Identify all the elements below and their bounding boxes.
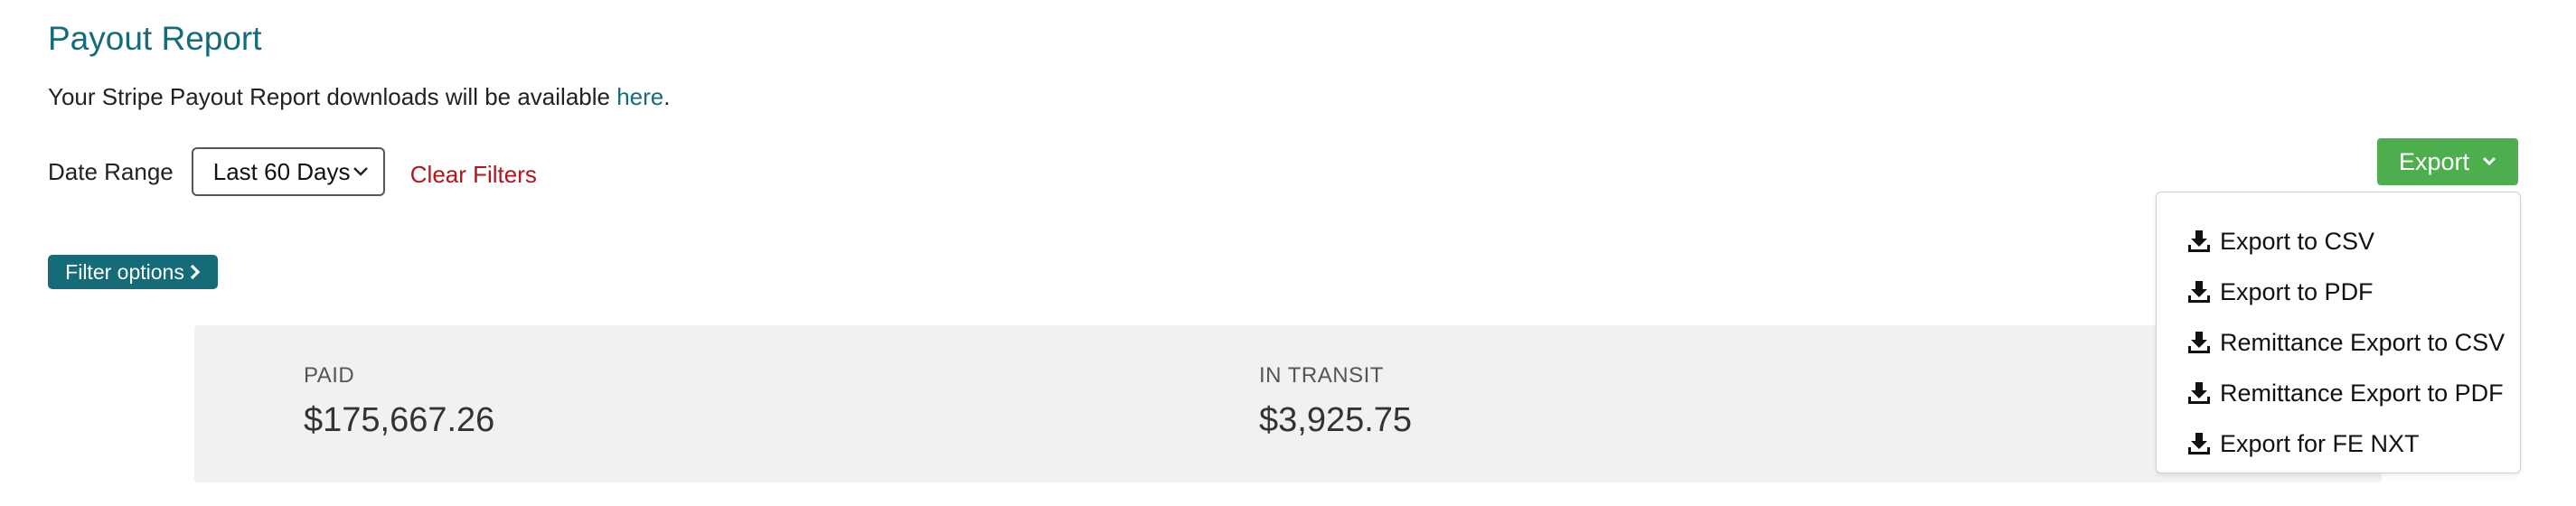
- menu-item-label: Remittance Export to PDF: [2220, 379, 2504, 407]
- filter-options-button[interactable]: Filter options: [48, 255, 218, 289]
- remittance-export-pdf-item[interactable]: Remittance Export to PDF: [2187, 375, 2504, 411]
- chevron-down-icon: [2482, 156, 2496, 167]
- date-range-label: Date Range: [48, 157, 174, 185]
- menu-item-label: Export for FE NXT: [2220, 429, 2420, 457]
- downloads-here-link[interactable]: here: [616, 83, 663, 110]
- export-fe-nxt-item[interactable]: Export for FE NXT: [2187, 426, 2420, 462]
- menu-item-label: Remittance Export to CSV: [2220, 328, 2505, 356]
- page-subtitle: Your Stripe Payout Report downloads will…: [48, 83, 670, 111]
- export-dropdown-menu: Export to CSV Export to PDF Remittance E…: [2156, 192, 2521, 473]
- export-csv-item[interactable]: Export to CSV: [2187, 223, 2374, 259]
- page-title: Payout Report: [48, 20, 262, 57]
- in-transit-value: $3,925.75: [1259, 401, 1413, 439]
- paid-value: $175,667.26: [304, 401, 495, 439]
- payout-report-page: Payout Report Your Stripe Payout Report …: [0, 0, 2576, 506]
- chevron-right-icon: [190, 264, 201, 280]
- paid-label: PAID: [304, 363, 355, 388]
- subtitle-text: Your Stripe Payout Report downloads will…: [48, 83, 617, 110]
- export-button-label: Export: [2398, 147, 2470, 175]
- clear-filters-link[interactable]: Clear Filters: [410, 161, 537, 189]
- filter-options-label: Filter options: [65, 259, 184, 284]
- download-icon: [2187, 432, 2211, 455]
- remittance-export-csv-item[interactable]: Remittance Export to CSV: [2187, 324, 2505, 361]
- date-range-value: Last 60 Days: [212, 157, 351, 185]
- download-icon: [2187, 331, 2211, 354]
- payout-summary-panel: PAID $175,667.26 IN TRANSIT $3,925.75: [194, 325, 2382, 483]
- subtitle-period: .: [663, 83, 671, 110]
- download-icon: [2187, 381, 2211, 405]
- paid-stat: PAID $175,667.26: [304, 363, 494, 440]
- export-pdf-item[interactable]: Export to PDF: [2187, 274, 2374, 310]
- chevron-down-icon: [353, 166, 369, 177]
- filter-bar: Date Range Last 60 Days Clear Filters: [48, 146, 537, 197]
- menu-item-label: Export to CSV: [2220, 227, 2375, 255]
- menu-item-label: Export to PDF: [2220, 277, 2374, 305]
- export-button[interactable]: Export: [2377, 138, 2518, 185]
- in-transit-label: IN TRANSIT: [1259, 363, 1384, 388]
- download-icon: [2187, 280, 2211, 304]
- date-range-select[interactable]: Last 60 Days: [191, 147, 385, 196]
- in-transit-stat: IN TRANSIT $3,925.75: [1259, 363, 1412, 440]
- download-icon: [2187, 230, 2211, 253]
